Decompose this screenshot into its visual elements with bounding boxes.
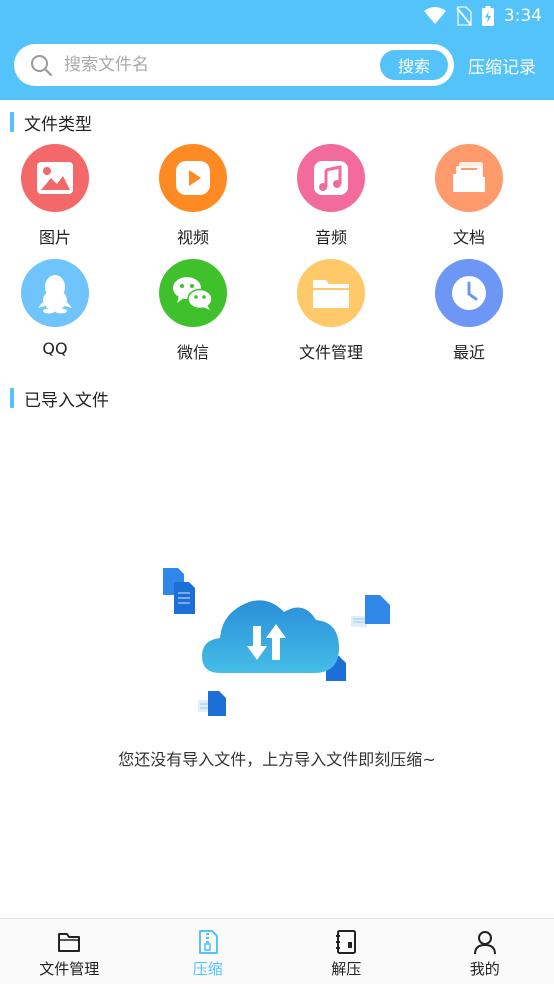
- nav-item-file-manager[interactable]: 文件管理: [0, 919, 139, 984]
- imported-files-title-text: 已导入文件: [24, 390, 109, 411]
- file-type-label: QQ: [42, 339, 68, 358]
- search-button[interactable]: 搜索: [380, 50, 448, 80]
- nav-item-compress[interactable]: 压缩: [139, 919, 278, 984]
- imported-files-title: 已导入文件: [10, 387, 109, 411]
- file-type-label: 文件管理: [298, 343, 363, 362]
- compress-history-link[interactable]: 压缩记录: [468, 53, 536, 78]
- wechat-icon: [159, 259, 227, 327]
- file-type-file-manager[interactable]: 文件管理: [276, 259, 386, 363]
- music-icon: [297, 144, 365, 212]
- file-icon: [198, 691, 226, 716]
- folder-outline-icon: [58, 932, 81, 952]
- search-row: 搜索 压缩记录: [14, 44, 544, 86]
- nav-item-profile[interactable]: 我的: [416, 919, 554, 984]
- file-type-label: 文档: [452, 228, 485, 247]
- file-type-qq[interactable]: QQ: [0, 259, 110, 358]
- file-types-title: 文件类型: [10, 111, 92, 135]
- file-icon: [163, 568, 195, 614]
- zip-file-icon: [198, 929, 218, 954]
- file-type-documents[interactable]: 文档: [414, 144, 524, 248]
- clock-icon: [435, 259, 503, 327]
- file-type-wechat[interactable]: 微信: [138, 259, 248, 363]
- unzip-book-icon: [336, 929, 357, 954]
- wifi-icon: [423, 7, 446, 24]
- user-icon: [473, 930, 496, 954]
- image-icon: [21, 144, 89, 212]
- bottom-nav: 文件管理 压缩 解压 我的: [0, 918, 554, 984]
- video-play-icon: [159, 144, 227, 212]
- document-icon: [435, 144, 503, 212]
- file-type-label: 音频: [314, 228, 347, 247]
- nav-label: 我的: [469, 959, 500, 978]
- battery-charging-icon: [481, 6, 494, 26]
- cloud-upload-illustration: [163, 568, 390, 716]
- file-icon: [351, 595, 390, 627]
- nav-label: 解压: [331, 959, 362, 978]
- header: 3:34 搜索 压缩记录: [0, 0, 554, 100]
- file-type-label: 最近: [452, 343, 485, 362]
- no-sim-icon: [456, 6, 472, 26]
- status-bar: 3:34: [0, 0, 554, 32]
- section-accent-bar: [10, 112, 14, 132]
- section-accent-bar: [10, 388, 14, 408]
- empty-state-message: 您还没有导入文件，上方导入文件即刻压缩~: [118, 750, 436, 769]
- file-type-label: 微信: [176, 343, 209, 362]
- qq-icon: [21, 259, 89, 327]
- nav-label: 压缩: [192, 959, 223, 978]
- status-time: 3:34: [503, 6, 542, 26]
- nav-item-decompress[interactable]: 解压: [277, 919, 416, 984]
- folder-icon: [297, 259, 365, 327]
- file-types-title-text: 文件类型: [24, 114, 92, 135]
- file-type-label: 视频: [176, 228, 209, 247]
- file-type-label: 图片: [38, 228, 71, 247]
- file-type-audio[interactable]: 音频: [276, 144, 386, 248]
- search-box[interactable]: 搜索: [14, 44, 454, 86]
- file-type-videos[interactable]: 视频: [138, 144, 248, 248]
- file-type-images[interactable]: 图片: [0, 144, 110, 248]
- search-icon: [31, 55, 52, 76]
- search-input[interactable]: [64, 55, 380, 75]
- file-type-recent[interactable]: 最近: [414, 259, 524, 363]
- nav-label: 文件管理: [39, 959, 100, 978]
